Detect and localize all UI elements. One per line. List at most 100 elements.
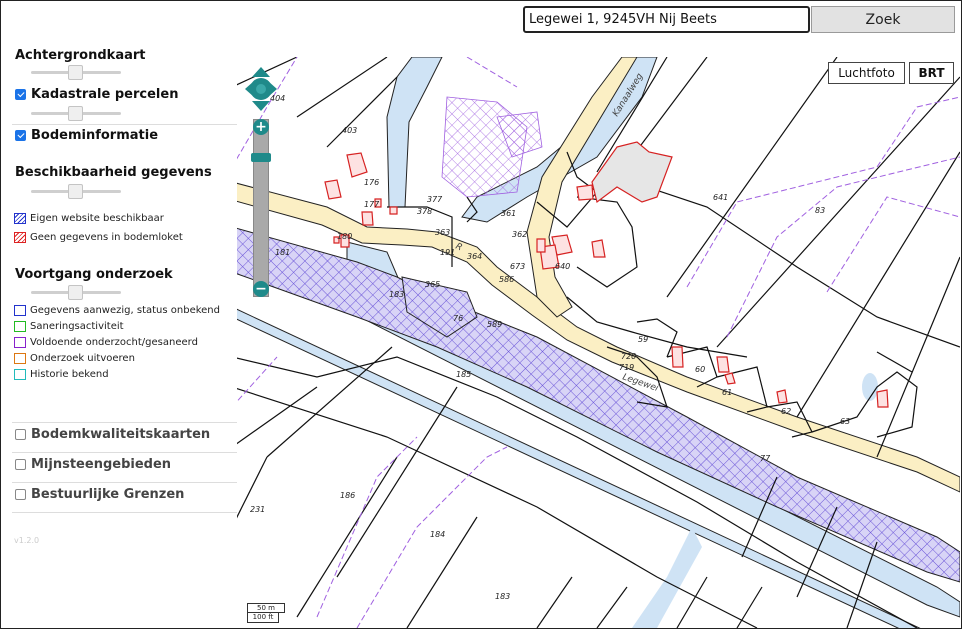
- zoom-slider[interactable]: [253, 119, 269, 297]
- parcel-number: 361: [501, 209, 516, 218]
- legend-label: Onderzoek uitvoeren: [30, 353, 135, 364]
- luchtfoto-button[interactable]: Luchtfoto: [828, 62, 905, 84]
- legend-item: Historie bekend: [14, 369, 109, 380]
- parcel-number: 586: [499, 275, 514, 284]
- availability-title: Beschikbaarheid gegevens: [15, 165, 212, 180]
- soil-info-toggle[interactable]: Bodeminformatie: [15, 128, 158, 143]
- pan-control[interactable]: [244, 65, 278, 113]
- legend-item: Voldoende onderzocht/gesaneerd: [14, 337, 198, 348]
- parcel-number: 191: [440, 248, 455, 257]
- cadastral-toggle[interactable]: Kadastrale percelen: [15, 87, 178, 102]
- soil-info-label: Bodeminformatie: [31, 128, 159, 143]
- admin-borders-checkbox[interactable]: [15, 489, 26, 500]
- cadastral-label: Kadastrale percelen: [31, 87, 179, 102]
- divider: [12, 512, 237, 513]
- admin-borders-label: Bestuurlijke Grenzen: [31, 487, 185, 502]
- parcel-number: 83: [815, 206, 825, 215]
- background-map-title: Achtergrondkaart: [15, 48, 146, 63]
- parcel-number: 61: [722, 388, 732, 397]
- progress-title: Voortgang onderzoek: [15, 267, 173, 282]
- legend-swatch: [14, 232, 26, 243]
- map-view[interactable]: 404 403 176 177 377 378 180 363 191 364 361 362 673 5…: [237, 57, 960, 628]
- availability-opacity-slider[interactable]: [31, 184, 121, 199]
- parcel-number: 231: [250, 505, 265, 514]
- parcel-number: 76: [453, 314, 463, 323]
- version-label: v1.2.0: [14, 536, 40, 545]
- legend-item: Geen gegevens in bodemloket: [14, 232, 183, 243]
- legend-swatch: [14, 213, 26, 224]
- parcel-number: 364: [467, 252, 482, 261]
- parcel-number: 63: [840, 417, 850, 426]
- soil-info-checkbox[interactable]: [15, 130, 26, 141]
- slider-handle[interactable]: [68, 65, 83, 80]
- quality-maps-toggle[interactable]: Bodemkwaliteitskaarten: [15, 427, 210, 442]
- legend-swatch: [14, 353, 26, 364]
- quality-maps-label: Bodemkwaliteitskaarten: [31, 427, 211, 442]
- layer-sidebar: Achtergrondkaart Kadastrale percelen Bod…: [0, 40, 237, 629]
- parcel-number: 60: [695, 365, 705, 374]
- parcel-number: 186: [340, 491, 355, 500]
- legend-swatch: [14, 369, 26, 380]
- scale-bar: 50 m 100 ft: [247, 603, 285, 623]
- zoom-in-button[interactable]: +: [253, 119, 269, 135]
- search-input[interactable]: [523, 6, 810, 33]
- zoom-out-button[interactable]: −: [253, 281, 269, 297]
- parcel-number: 640: [555, 262, 570, 271]
- legend-label: Geen gegevens in bodemloket: [30, 232, 183, 243]
- slider-handle[interactable]: [68, 285, 83, 300]
- legend-label: Voldoende onderzocht/gesaneerd: [30, 337, 198, 348]
- legend-label: Saneringsactiviteit: [30, 321, 124, 332]
- zoom-handle[interactable]: [251, 153, 271, 162]
- divider: [12, 452, 237, 453]
- parcel-number: 184: [430, 530, 445, 539]
- legend-label: Eigen website beschikbaar: [30, 213, 164, 224]
- legend-item: Eigen website beschikbaar: [14, 213, 164, 224]
- parcel-number: 181: [275, 248, 290, 257]
- legend-label: Historie bekend: [30, 369, 109, 380]
- legend-item: Onderzoek uitvoeren: [14, 353, 135, 364]
- slider-handle[interactable]: [68, 106, 83, 121]
- admin-borders-toggle[interactable]: Bestuurlijke Grenzen: [15, 487, 184, 502]
- parcel-number: 719: [619, 363, 634, 372]
- map-navigation: + −: [244, 65, 278, 297]
- parcel-number: 720: [621, 352, 636, 361]
- slider-handle[interactable]: [68, 184, 83, 199]
- parcel-number: 365: [425, 280, 440, 289]
- parcel-number: 641: [713, 193, 728, 202]
- parcel-number: 377: [427, 195, 443, 204]
- legend-swatch: [14, 337, 26, 348]
- progress-opacity-slider[interactable]: [31, 285, 121, 300]
- cadastral-opacity-slider[interactable]: [31, 106, 121, 121]
- mine-areas-checkbox[interactable]: [15, 459, 26, 470]
- parcel-number: 589: [487, 320, 502, 329]
- pan-arrows-icon[interactable]: [244, 65, 278, 113]
- parcel-number: 183: [495, 592, 510, 601]
- parcel-number: 403: [342, 126, 357, 135]
- quality-maps-checkbox[interactable]: [15, 429, 26, 440]
- parcel-number: 183: [389, 290, 404, 299]
- parcel-number: 176: [364, 178, 379, 187]
- parcel-number: 378: [417, 207, 432, 216]
- parcel-number: 362: [512, 230, 527, 239]
- parcel-number: 59: [638, 335, 648, 344]
- parcel-number: 185: [456, 370, 471, 379]
- divider: [12, 482, 237, 483]
- parcel-number: 62: [781, 407, 791, 416]
- divider: [12, 124, 237, 125]
- legend-label: Gegevens aanwezig, status onbekend: [30, 305, 220, 316]
- parcel-number: 363: [435, 228, 450, 237]
- parcel-number: 177: [364, 200, 380, 209]
- search-button[interactable]: Zoek: [811, 6, 955, 33]
- scale-metric: 50 m: [247, 603, 285, 613]
- mine-areas-label: Mijnsteengebieden: [31, 457, 172, 472]
- parcel-number: 673: [510, 262, 525, 271]
- map-canvas[interactable]: 404403176177377378180 363191 3643613626735…: [237, 57, 960, 628]
- cadastral-checkbox[interactable]: [15, 89, 26, 100]
- scale-imperial: 100 ft: [247, 613, 279, 623]
- legend-swatch: [14, 305, 26, 316]
- brt-button[interactable]: BRT: [909, 62, 954, 84]
- mine-areas-toggle[interactable]: Mijnsteengebieden: [15, 457, 171, 472]
- parcel-number: 180: [337, 232, 352, 241]
- background-opacity-slider[interactable]: [31, 65, 121, 80]
- legend-swatch: [14, 321, 26, 332]
